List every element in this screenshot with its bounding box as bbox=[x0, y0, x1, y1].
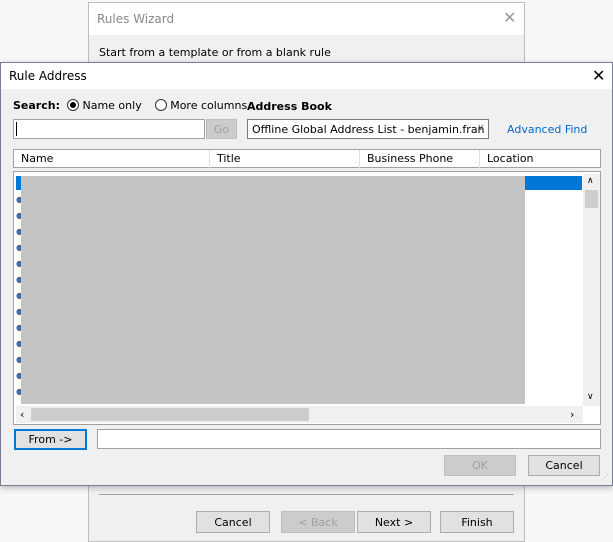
radio-more-columns[interactable]: More columns bbox=[155, 99, 247, 112]
radio-name-only-label: Name only bbox=[82, 99, 142, 112]
scroll-thumb[interactable] bbox=[585, 190, 598, 208]
chevron-down-icon: ∨ bbox=[477, 123, 484, 133]
resize-grip-icon[interactable]: ⋰ bbox=[602, 473, 609, 481]
wizard-cancel-button[interactable]: Cancel bbox=[196, 511, 270, 533]
wizard-title-bar: Rules Wizard ✕ bbox=[89, 3, 524, 35]
back-button[interactable]: < Back bbox=[281, 511, 355, 533]
close-icon[interactable]: ✕ bbox=[503, 8, 516, 27]
text-cursor bbox=[16, 122, 17, 136]
address-book-value: Offline Global Address List - benjamin.f… bbox=[252, 123, 485, 136]
from-button[interactable]: From -> bbox=[14, 429, 87, 450]
search-input[interactable] bbox=[13, 119, 205, 139]
go-button[interactable]: Go bbox=[206, 119, 237, 139]
next-button[interactable]: Next > bbox=[357, 511, 431, 533]
advanced-find-link[interactable]: Advanced Find bbox=[507, 123, 587, 136]
column-location[interactable]: Location bbox=[480, 150, 600, 168]
address-book-select[interactable]: Offline Global Address List - benjamin.f… bbox=[247, 119, 489, 139]
ok-button[interactable]: OK bbox=[444, 455, 516, 476]
column-header: Name Title Business Phone Location bbox=[13, 149, 601, 168]
scroll-left-icon[interactable]: ‹ bbox=[20, 408, 24, 421]
radio-more-columns-label: More columns bbox=[170, 99, 248, 112]
divider bbox=[99, 494, 514, 495]
wizard-title: Rules Wizard bbox=[97, 12, 175, 26]
dialog-title-bar: Rule Address ✕ bbox=[1, 63, 612, 89]
search-label: Search: bbox=[13, 99, 60, 112]
wizard-subtitle: Start from a template or from a blank ru… bbox=[99, 46, 331, 59]
redacted-region bbox=[21, 176, 525, 404]
dialog-title: Rule Address bbox=[9, 69, 87, 83]
radio-icon[interactable] bbox=[155, 99, 168, 111]
address-book-label: Address Book bbox=[247, 100, 332, 113]
column-business-phone[interactable]: Business Phone bbox=[360, 150, 480, 168]
scroll-up-icon[interactable]: ∧ bbox=[587, 176, 594, 186]
address-list[interactable]: ● ● ● ● ● ● ● ● ● ● ● ● ● ∧ ∨ ‹ › bbox=[13, 171, 601, 425]
column-name[interactable]: Name bbox=[14, 150, 210, 168]
radio-name-only[interactable]: Name only bbox=[67, 99, 142, 112]
scroll-down-icon[interactable]: ∨ bbox=[587, 392, 594, 402]
column-title[interactable]: Title bbox=[210, 150, 360, 168]
from-field[interactable] bbox=[97, 429, 601, 449]
scroll-thumb[interactable] bbox=[31, 408, 309, 421]
vertical-scrollbar[interactable]: ∧ ∨ bbox=[583, 174, 600, 406]
finish-button[interactable]: Finish bbox=[440, 511, 514, 533]
close-icon[interactable]: ✕ bbox=[592, 66, 605, 85]
horizontal-scrollbar[interactable]: ‹ › bbox=[16, 406, 583, 423]
cancel-button[interactable]: Cancel bbox=[528, 455, 600, 476]
scroll-right-icon[interactable]: › bbox=[570, 408, 574, 421]
search-options: Search: Name only More columns bbox=[13, 99, 247, 112]
radio-icon[interactable] bbox=[67, 99, 80, 111]
rule-address-dialog: Rule Address ✕ Search: Name only More co… bbox=[0, 62, 613, 486]
